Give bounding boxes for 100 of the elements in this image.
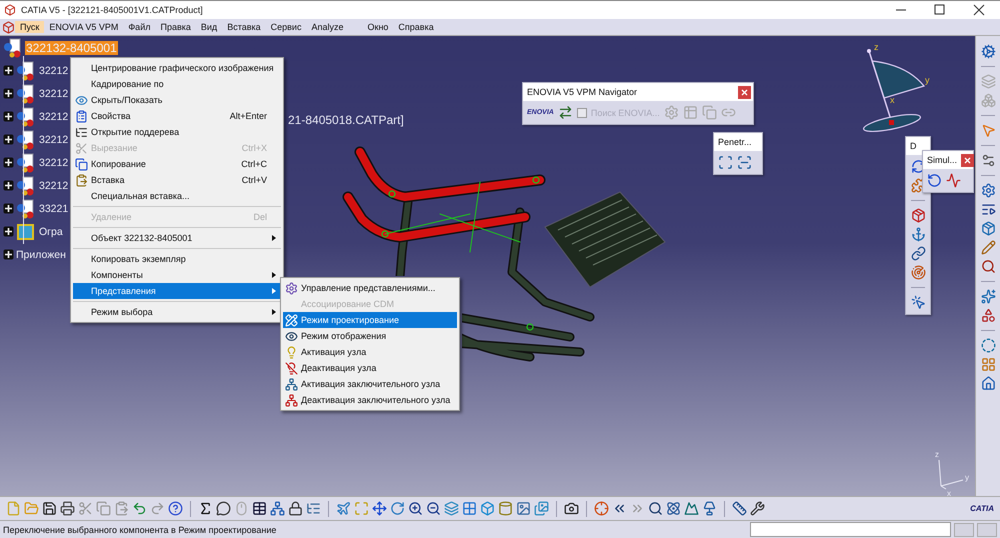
- package-icon[interactable]: [910, 208, 926, 223]
- pointer-icon[interactable]: [980, 123, 996, 138]
- menu-item[interactable]: Режим выбора: [73, 304, 281, 320]
- menu-item[interactable]: Вставка: [222, 21, 266, 33]
- menu-item[interactable]: Открытие поддерева: [73, 124, 281, 140]
- menu-item[interactable]: Центрирование графического изображения: [73, 60, 281, 76]
- tree-item[interactable]: 32212: [38, 110, 70, 124]
- lamp-icon[interactable]: [702, 501, 717, 516]
- search-icon[interactable]: [648, 501, 663, 516]
- compass-drawing[interactable]: z y x: [852, 41, 937, 133]
- rotate-icon[interactable]: [390, 501, 405, 516]
- images-icon[interactable]: [534, 501, 549, 516]
- pointer-icon[interactable]: [910, 295, 926, 310]
- expand-icon[interactable]: [3, 226, 14, 237]
- menu-item[interactable]: Копирование Ctrl+C: [73, 156, 281, 172]
- menu-item[interactable]: Активация узла: [283, 344, 457, 360]
- settings-icon[interactable]: [980, 153, 996, 168]
- app-icon[interactable]: [2, 20, 15, 34]
- expand-icon[interactable]: [3, 65, 14, 76]
- gear-icon[interactable]: [980, 44, 996, 59]
- tree-item[interactable]: 32212: [38, 178, 70, 192]
- shapes-icon[interactable]: [980, 308, 996, 323]
- menu-item[interactable]: Пуск: [15, 21, 44, 33]
- menu-item[interactable]: Сервис: [266, 21, 306, 33]
- activity-icon[interactable]: [946, 173, 961, 188]
- move-icon[interactable]: [372, 501, 387, 516]
- tree-item[interactable]: 32212: [38, 64, 70, 78]
- camera-icon[interactable]: [564, 501, 579, 516]
- help-icon[interactable]: [168, 501, 183, 516]
- undo-icon[interactable]: [132, 501, 147, 516]
- menu-item[interactable]: Analyze: [306, 21, 348, 33]
- menu-item[interactable]: Деактивация заключительного узла: [283, 392, 457, 408]
- menu-item[interactable]: Вид: [196, 21, 222, 33]
- tree-item[interactable]: 33221: [38, 202, 70, 216]
- rotate-icon[interactable]: [927, 173, 942, 188]
- atom-icon[interactable]: [666, 501, 681, 516]
- views-icon[interactable]: [462, 501, 477, 516]
- menu-item[interactable]: Компоненты: [73, 267, 281, 283]
- expand-icon[interactable]: [3, 111, 14, 122]
- menu-item[interactable]: Окно: [362, 21, 394, 33]
- gear-icon[interactable]: [980, 183, 996, 198]
- playback-icon[interactable]: [980, 202, 996, 217]
- menu-item[interactable]: Копировать экземпляр: [73, 251, 281, 267]
- menu-item[interactable]: Управление представлениями...: [283, 280, 457, 296]
- menu-item[interactable]: Вставка Ctrl+V: [73, 172, 281, 188]
- menu-item[interactable]: ENOVIA V5 VPM: [44, 21, 124, 33]
- pencil-icon[interactable]: [980, 240, 996, 255]
- menu-item[interactable]: Скрыть/Показать: [73, 92, 281, 108]
- expand-icon[interactable]: [3, 88, 14, 99]
- speech-bubble-icon[interactable]: [216, 501, 231, 516]
- grid-icon[interactable]: [980, 357, 996, 372]
- tree-item[interactable]: Огра: [38, 224, 64, 238]
- tree-item[interactable]: 32212: [38, 132, 70, 146]
- cube-icon[interactable]: [480, 501, 495, 516]
- anchor-icon[interactable]: [910, 227, 926, 242]
- menu-item[interactable]: Справка: [393, 21, 439, 33]
- zoom-in-icon[interactable]: [408, 501, 423, 516]
- cylinder-icon[interactable]: [498, 501, 513, 516]
- search-icon[interactable]: [980, 259, 996, 274]
- image-icon[interactable]: [516, 501, 531, 516]
- menu-item[interactable]: Режим отображения: [283, 328, 457, 344]
- menu-item[interactable]: Правка: [155, 21, 196, 33]
- menu-item[interactable]: Активация заключительного узла: [283, 376, 457, 392]
- zoom-out-icon[interactable]: [426, 501, 441, 516]
- menu-item[interactable]: Файл: [123, 21, 156, 33]
- menu-item[interactable]: Кадрирование по: [73, 76, 281, 92]
- menu-item[interactable]: Специальная вставка...: [73, 188, 281, 204]
- lock-icon[interactable]: [288, 501, 303, 516]
- list-icon[interactable]: [306, 501, 321, 516]
- expand-icon[interactable]: [3, 134, 14, 145]
- tree-item[interactable]: 32212: [38, 86, 70, 100]
- printer-icon[interactable]: [60, 501, 75, 516]
- menu-item[interactable]: Представления: [73, 283, 281, 299]
- tree-item[interactable]: Приложен: [15, 248, 67, 262]
- menu-item[interactable]: Режим проектирование: [283, 312, 457, 328]
- menu-item[interactable]: Деактивация узла: [283, 360, 457, 376]
- link-icon[interactable]: [910, 246, 926, 261]
- expand-icon[interactable]: [3, 180, 14, 191]
- sparkles-icon[interactable]: [980, 289, 996, 304]
- exchange-icon[interactable]: [558, 105, 573, 120]
- expand-icon[interactable]: [3, 157, 14, 168]
- tree-item[interactable]: 32212: [38, 156, 70, 170]
- input-field[interactable]: [750, 522, 951, 537]
- table-icon[interactable]: [252, 501, 267, 516]
- radar-icon[interactable]: [910, 265, 926, 280]
- expand-icon[interactable]: [3, 249, 14, 260]
- plane-icon[interactable]: [336, 501, 351, 516]
- menu-item[interactable]: Свойства Alt+Enter: [73, 108, 281, 124]
- expand-icon[interactable]: [3, 203, 14, 214]
- save-icon[interactable]: [42, 501, 57, 516]
- wrench-icon[interactable]: [750, 501, 765, 516]
- package-icon[interactable]: [980, 221, 996, 236]
- house-icon[interactable]: [980, 376, 996, 391]
- scan-line-icon[interactable]: [737, 155, 752, 170]
- ruler-icon[interactable]: [732, 501, 747, 516]
- tree-icon[interactable]: [270, 501, 285, 516]
- formula-icon[interactable]: [198, 501, 213, 516]
- menu-item[interactable]: Объект 322132-8405001: [73, 230, 281, 246]
- close-button[interactable]: [961, 154, 974, 166]
- scan-icon[interactable]: [718, 155, 733, 170]
